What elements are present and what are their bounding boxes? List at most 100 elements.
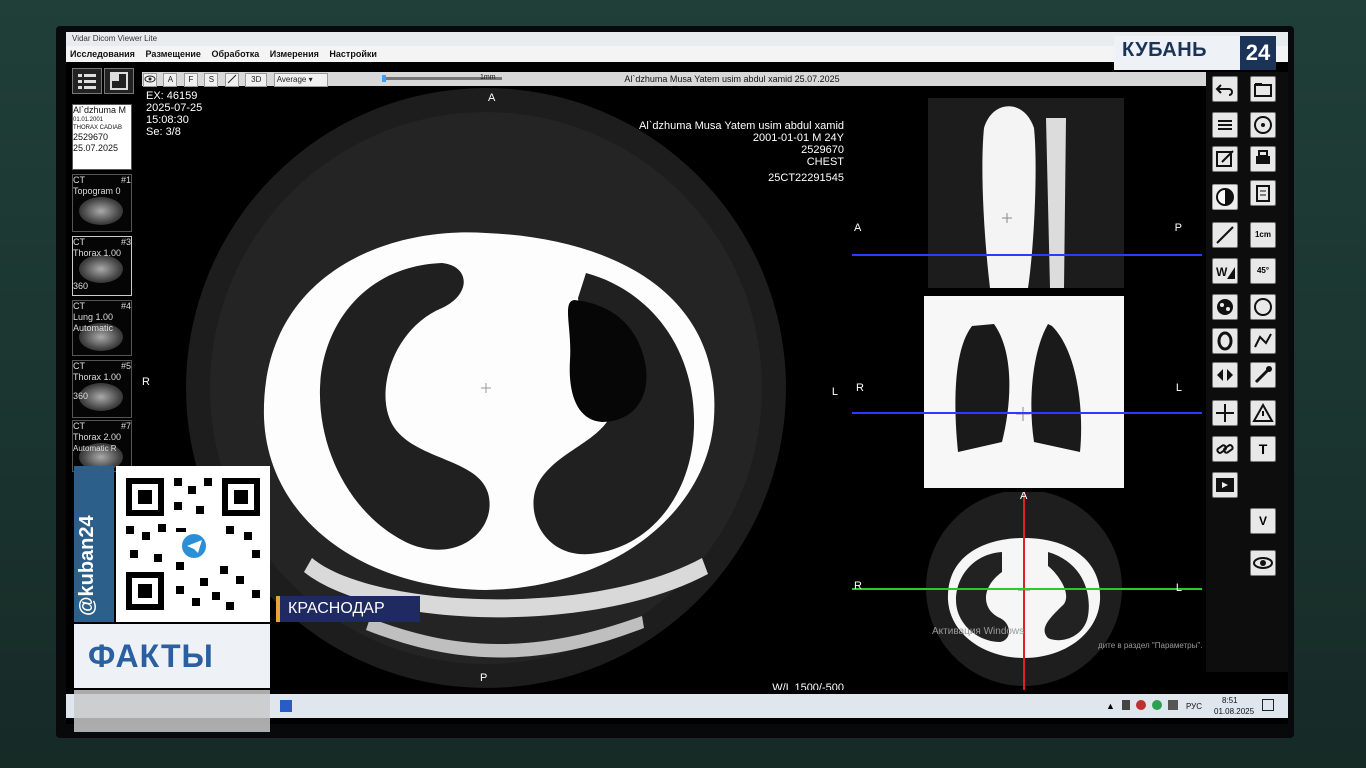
windows-activation-text: Активация Windows xyxy=(932,626,1025,637)
list-view-icon[interactable] xyxy=(72,68,102,94)
link-icon[interactable] xyxy=(1212,436,1238,462)
axial-left-label: R xyxy=(854,580,862,592)
series-thumb-7[interactable]: CT #7 Thorax 2.00 Automatic R xyxy=(72,420,132,472)
ruler-line-icon[interactable] xyxy=(1212,222,1238,248)
tool-palette: 1cm W 45° T V xyxy=(1206,72,1288,672)
series-extra: 360 xyxy=(73,281,89,291)
series-number: #7 xyxy=(120,421,131,431)
series-number: #4 xyxy=(120,301,131,311)
tray-app-icon[interactable] xyxy=(1152,700,1162,710)
mask-icon[interactable] xyxy=(1212,294,1238,320)
clipboard-icon[interactable] xyxy=(1250,180,1276,206)
notifications-icon[interactable] xyxy=(1262,699,1274,711)
polyline-icon[interactable] xyxy=(1250,328,1276,354)
grid-layout-icon[interactable] xyxy=(104,68,134,94)
tray-network-icon[interactable] xyxy=(1122,700,1130,710)
svg-text:W: W xyxy=(1216,265,1228,279)
menu-item-measurements[interactable]: Измерения xyxy=(270,49,319,59)
frontal-button[interactable]: F xyxy=(183,73,198,87)
body-part: CHEST xyxy=(806,156,844,168)
exam-time: 15:08:30 xyxy=(146,114,189,126)
render-mode-select[interactable]: Average ▾ xyxy=(273,73,328,87)
series-modality: CT xyxy=(73,175,85,185)
word-app-icon[interactable] xyxy=(280,700,292,712)
series-name: Thorax 1.00 xyxy=(73,372,122,382)
menu-item-studies[interactable]: Исследования xyxy=(70,49,135,59)
axial-mini-viewport[interactable]: A R L Активация Windows дите в раздел "П… xyxy=(852,492,1202,690)
coronal-position-line[interactable] xyxy=(852,412,1202,414)
disc-icon[interactable] xyxy=(1250,112,1276,138)
text-icon[interactable]: T xyxy=(1250,436,1276,462)
undo-icon[interactable] xyxy=(1212,76,1238,102)
sagittal-left-label: A xyxy=(854,222,862,234)
sagittal-button[interactable]: S xyxy=(204,73,219,87)
mpr-column: A P R L A R L Активация Windows дите в р… xyxy=(852,88,1202,690)
series-number: #3 xyxy=(120,237,131,247)
oblique-icon[interactable] xyxy=(224,73,239,87)
video-icon[interactable] xyxy=(1212,472,1238,498)
patient-info-card[interactable]: Al`dzhuma M 01.01.2001 THORAX CADIAB 252… xyxy=(72,104,132,170)
tray-chevron-icon[interactable]: ▲ xyxy=(1106,701,1115,711)
tray-sound-icon[interactable] xyxy=(1168,700,1178,710)
windows-activation-subtext: дите в раздел "Параметры". xyxy=(1098,641,1202,650)
lower-info-bar xyxy=(74,690,270,732)
qr-code[interactable] xyxy=(116,466,270,622)
axial-mini-image xyxy=(926,492,1122,686)
series-thumb-4[interactable]: CT #4 Lung 1.00 Automatic xyxy=(72,300,132,356)
folder-icon[interactable] xyxy=(1250,76,1276,102)
tray-antivirus-icon[interactable] xyxy=(1136,700,1146,710)
coronal-viewport[interactable]: R L xyxy=(852,292,1202,488)
social-handle-bar: @kuban24 xyxy=(74,466,114,622)
language-indicator[interactable]: РУС xyxy=(1186,702,1202,711)
patient-header: Al`dzhuma Musa Yatem usim abdul xamid 25… xyxy=(624,74,840,84)
accession-number: 25CT22291545 xyxy=(768,172,844,184)
orientation-bottom: P xyxy=(480,672,488,684)
render-mode-value: Average xyxy=(276,75,307,84)
series-thumb-5[interactable]: CT #5 Thorax 1.00 360 xyxy=(72,360,132,418)
print-icon[interactable] xyxy=(1250,146,1276,172)
layers-icon[interactable] xyxy=(1212,112,1238,138)
ellipse-icon[interactable] xyxy=(1212,328,1238,354)
series-modality: CT xyxy=(73,301,85,311)
axial-button[interactable]: A xyxy=(163,73,178,87)
3d-button[interactable]: 3D xyxy=(245,73,268,87)
flip-icon[interactable] xyxy=(1212,362,1238,388)
clock-date[interactable]: 01.08.2025 xyxy=(1214,707,1254,716)
axial-vertical-line[interactable] xyxy=(1023,492,1025,690)
eye-toggle-icon[interactable] xyxy=(143,73,157,87)
thumb-image xyxy=(79,255,123,283)
sagittal-position-line[interactable] xyxy=(852,254,1202,256)
pipette-icon[interactable] xyxy=(1250,362,1276,388)
menu-item-processing[interactable]: Обработка xyxy=(211,49,259,59)
series-modality: CT xyxy=(73,361,85,371)
series-number: #5 xyxy=(120,361,131,371)
menu-item-settings[interactable]: Настройки xyxy=(329,49,376,59)
program-title-bar: ФАКТЫ xyxy=(74,624,270,688)
eye-icon[interactable] xyxy=(1250,550,1276,576)
circle-roi-icon[interactable] xyxy=(1250,294,1276,320)
edit-icon[interactable] xyxy=(1212,146,1238,172)
v-marker-icon[interactable]: V xyxy=(1250,508,1276,534)
series-thumb-3[interactable]: CT #3 Thorax 1.00 360 xyxy=(72,236,132,296)
window-level: W/L 1500/-500 xyxy=(772,682,844,690)
crosshair-icon[interactable] xyxy=(1212,400,1238,426)
sagittal-viewport[interactable]: A P xyxy=(852,88,1202,288)
angle-icon[interactable]: 45° xyxy=(1250,258,1276,284)
series-thumb-1[interactable]: CT #1 Topogram 0 xyxy=(72,174,132,232)
exam-number: EX: 46159 xyxy=(146,90,198,102)
patient-name: Al`dzhuma Musa Yatem usim abdul xamid xyxy=(638,120,844,132)
social-handle: @kuban24 xyxy=(76,515,98,616)
location-tag: КРАСНОДАР xyxy=(276,596,420,622)
menu-item-layout[interactable]: Размещение xyxy=(145,49,201,59)
slider-label: 1mm xyxy=(480,74,496,81)
slider-handle[interactable] xyxy=(382,75,386,82)
axial-position-line[interactable] xyxy=(852,588,1202,590)
qr-code-image xyxy=(126,478,260,610)
clock-time[interactable]: 8:51 xyxy=(1222,696,1238,705)
study-desc: THORAX CADIAB xyxy=(73,125,123,131)
contrast-icon[interactable] xyxy=(1212,184,1238,210)
coronal-right-label: L xyxy=(1175,382,1182,394)
wl-icon[interactable]: W xyxy=(1212,258,1238,284)
warning-icon[interactable] xyxy=(1250,400,1276,426)
one-cm-icon[interactable]: 1cm xyxy=(1250,222,1276,248)
